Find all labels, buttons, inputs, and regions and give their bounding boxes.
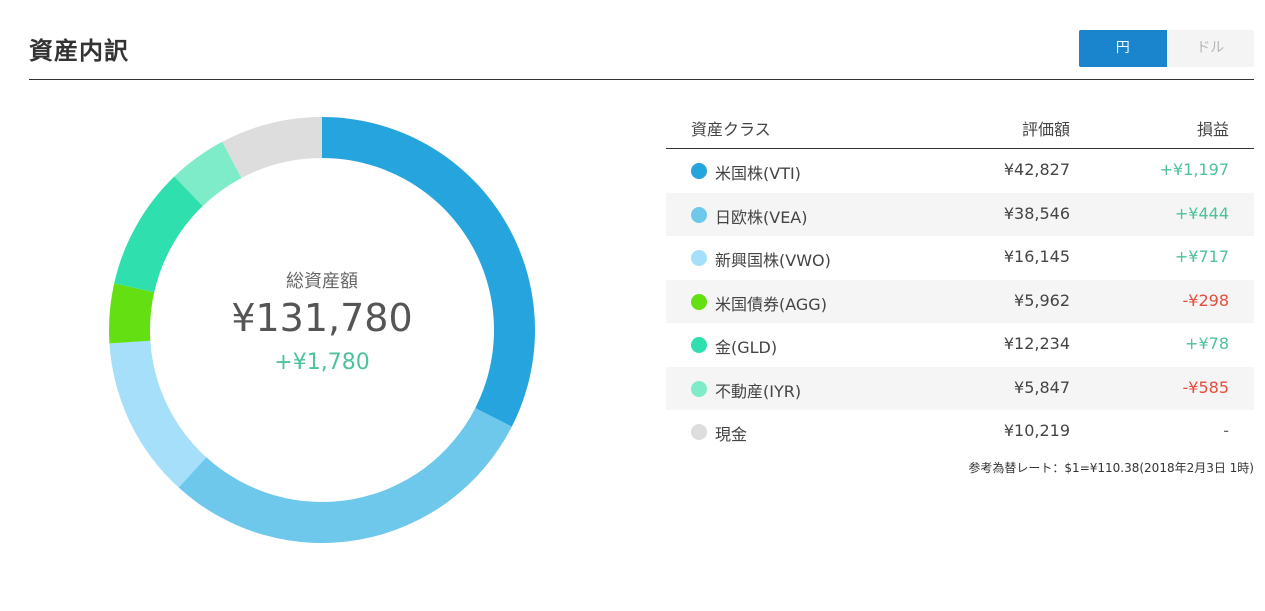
asset-gain: +¥1,197 [1159, 160, 1229, 179]
asset-name: 日欧株(VEA) [715, 207, 808, 227]
asset-gain: +¥444 [1174, 203, 1229, 223]
table-row: 日欧株(VEA) ¥38,546 +¥444 [666, 192, 1254, 236]
asset-gain: -¥585 [1182, 377, 1230, 397]
exchange-rate-note: 参考為替レート：$1=¥110.38(2018年2月3日 1時) [968, 461, 1254, 475]
column-header-value: 評価額 [1021, 120, 1070, 139]
column-header-asset-class: 資産クラス [691, 120, 771, 139]
asset-value: ¥5,962 [1014, 290, 1070, 310]
asset-donut-chart: 総資産額 ¥131,780 +¥1,780 [108, 116, 536, 544]
table-row: 新興国株(VWO) ¥16,145 +¥717 [666, 236, 1254, 280]
asset-gain: +¥78 [1185, 334, 1229, 353]
section-header: 資産内訳 円 ドル [29, 0, 1254, 80]
donut-slice-1 [178, 408, 512, 543]
asset-value: ¥16,145 [1003, 247, 1070, 266]
legend-dot-icon [691, 424, 707, 440]
legend-dot-icon [691, 337, 707, 353]
currency-toggle: 円 ドル [1079, 30, 1254, 67]
legend-dot-icon [691, 163, 707, 179]
asset-value: ¥12,234 [1003, 334, 1070, 353]
total-assets-value: ¥131,780 [231, 296, 413, 340]
currency-yen-button[interactable]: 円 [1079, 30, 1167, 67]
asset-name: 米国株(VTI) [715, 164, 801, 183]
asset-value: ¥5,847 [1014, 377, 1070, 397]
asset-value: ¥10,219 [1003, 421, 1070, 440]
table-row: 米国株(VTI) ¥42,827 +¥1,197 [666, 149, 1254, 193]
asset-value: ¥38,546 [1003, 203, 1070, 223]
page-title: 資産内訳 [29, 37, 129, 65]
table-header: 資産クラス 評価額 損益 [666, 104, 1254, 149]
asset-name: 不動産(IYR) [715, 381, 802, 401]
asset-value: ¥42,827 [1003, 160, 1070, 179]
legend-dot-icon [691, 206, 707, 223]
asset-gain: - [1223, 421, 1229, 440]
table-row: 米国債券(AGG) ¥5,962 -¥298 [666, 279, 1254, 323]
total-gain-value: +¥1,780 [274, 350, 370, 375]
asset-name: 米国債券(AGG) [715, 294, 827, 314]
asset-name: 現金 [715, 425, 748, 444]
legend-dot-icon [691, 250, 707, 266]
asset-name: 金(GLD) [715, 338, 778, 357]
legend-dot-icon [691, 293, 707, 310]
currency-dollar-button[interactable]: ドル [1166, 30, 1254, 67]
asset-table: 資産クラス 評価額 損益 米国株(VTI) ¥42,827 +¥1,197 日欧株(V… [666, 104, 1254, 454]
asset-name: 新興国株(VWO) [715, 251, 831, 270]
legend-dot-icon [691, 380, 707, 397]
table-row: 金(GLD) ¥12,234 +¥78 [666, 323, 1254, 367]
table-body: 米国株(VTI) ¥42,827 +¥1,197 日欧株(VEA) ¥38,546 +¥4… [666, 149, 1254, 454]
column-header-gain: 損益 [1196, 120, 1229, 139]
total-assets-label: 総資産額 [286, 271, 358, 292]
table-row: 不動産(IYR) ¥5,847 -¥585 [666, 366, 1254, 410]
asset-gain: -¥298 [1182, 290, 1230, 310]
asset-gain: +¥717 [1174, 247, 1229, 266]
table-row: 現金 ¥10,219 - [666, 410, 1254, 454]
donut-slice-6 [222, 117, 322, 179]
